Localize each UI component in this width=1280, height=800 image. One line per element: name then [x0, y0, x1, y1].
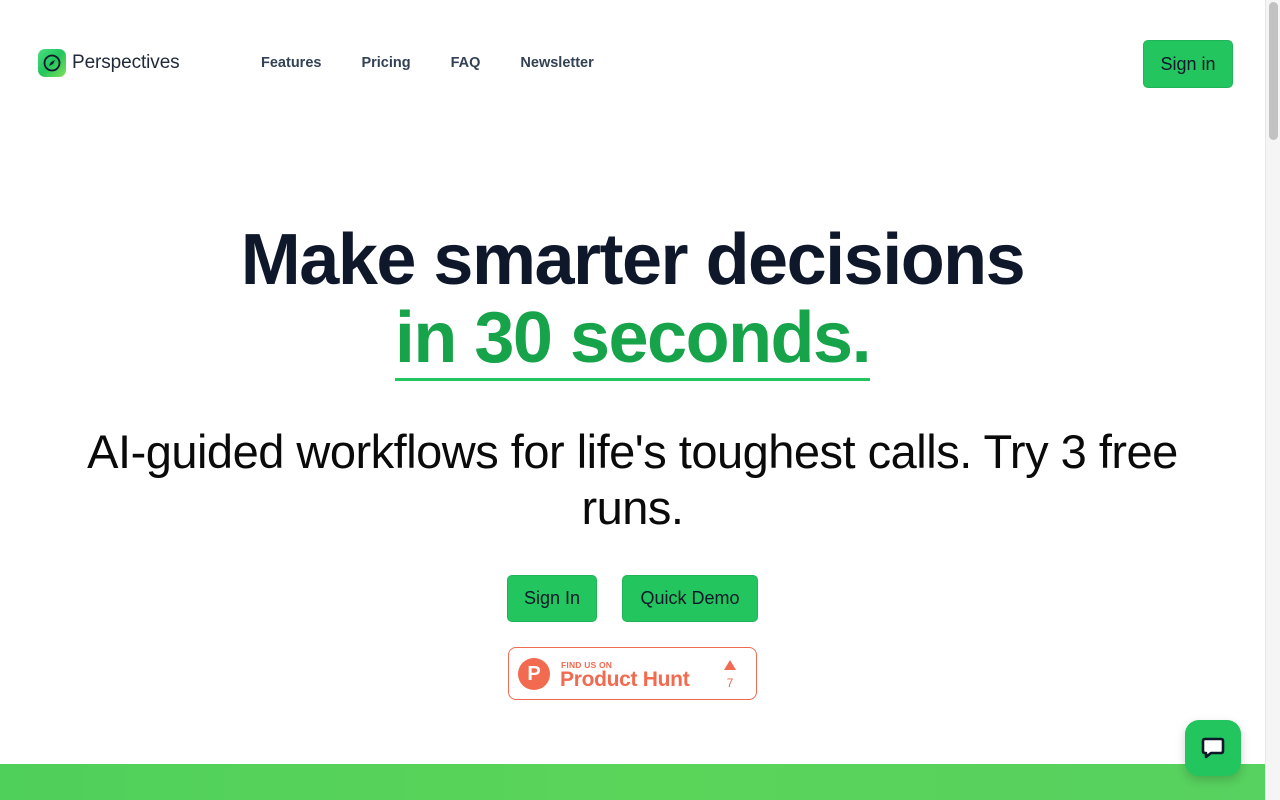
nav-item-pricing[interactable]: Pricing	[361, 55, 410, 71]
product-hunt-badge[interactable]: P FIND US ON Product Hunt 7	[508, 647, 757, 700]
product-hunt-title: Product Hunt	[560, 668, 690, 691]
chat-bubble-icon	[1201, 737, 1225, 759]
hero-sign-in-button[interactable]: Sign In	[507, 575, 597, 622]
hero-headline: Make smarter decisions	[240, 220, 1026, 300]
product-hunt-logo: P	[518, 658, 550, 690]
brand-name: Perspectives	[72, 52, 180, 73]
main-nav: Features Pricing FAQ Newsletter	[261, 55, 634, 71]
hero-headline-accent-wrap: in 30 seconds.	[0, 298, 1265, 381]
hero-subtitle: AI-guided workflows for life's toughest …	[87, 425, 1178, 534]
nav-item-newsletter[interactable]: Newsletter	[520, 55, 593, 71]
brand-logo[interactable]: Perspectives	[38, 49, 180, 77]
chat-launcher-button[interactable]	[1185, 720, 1241, 776]
scrollbar-thumb[interactable]	[1269, 2, 1278, 140]
upvote-arrow-icon	[724, 660, 736, 670]
page-scrollbar[interactable]	[1265, 0, 1280, 800]
quick-demo-button[interactable]: Quick Demo	[622, 575, 758, 622]
next-section-band	[0, 764, 1265, 800]
header-sign-in-button[interactable]: Sign in	[1143, 40, 1233, 88]
nav-item-features[interactable]: Features	[261, 55, 321, 71]
hero-headline-accent: in 30 seconds.	[394, 298, 872, 381]
product-hunt-vote-count: 7	[726, 676, 734, 690]
nav-item-faq[interactable]: FAQ	[451, 55, 481, 71]
compass-icon	[38, 49, 66, 77]
